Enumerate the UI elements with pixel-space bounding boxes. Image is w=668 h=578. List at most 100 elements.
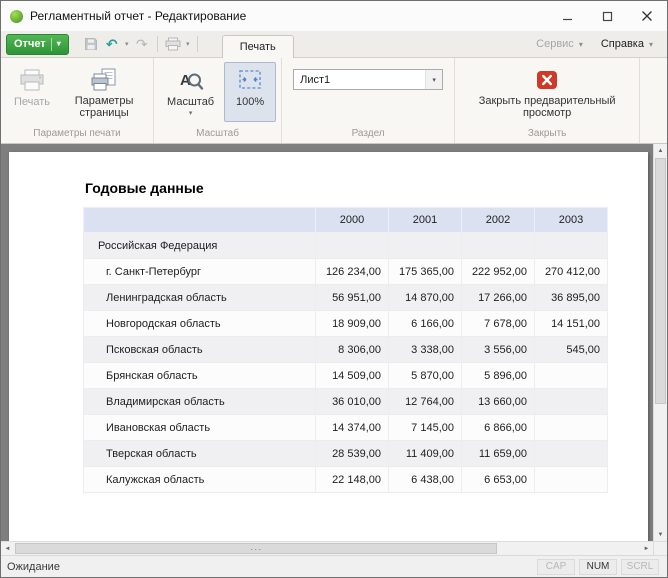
close-preview-button[interactable]: Закрыть предварительный просмотр: [460, 62, 634, 122]
row-value: 222 952,00: [462, 259, 535, 285]
report-table: 2000 2001 2002 2003 Российская Федерация: [83, 207, 608, 493]
row-label: г. Санкт-Петербург: [84, 259, 316, 285]
row-value: 6 866,00: [462, 415, 535, 441]
quick-print-button[interactable]: [163, 34, 183, 54]
row-label: Псковская область: [84, 337, 316, 363]
table-header-year: 2001: [389, 208, 462, 233]
table-row: г. Санкт-Петербург 126 234,00 175 365,00…: [84, 259, 608, 285]
row-value: 36 895,00: [535, 285, 608, 311]
scale-button-label: Масштаб: [167, 96, 214, 108]
save-button[interactable]: [81, 34, 101, 54]
horizontal-scrollbar[interactable]: ◄ ··· ►: [1, 541, 653, 555]
chevron-down-icon: ▾: [57, 40, 61, 48]
zoom-100-button[interactable]: 100%: [224, 62, 276, 122]
toolbar-separator: [157, 36, 158, 52]
row-value: 6 653,00: [462, 467, 535, 493]
table-row: Тверская область 28 539,00 11 409,00 11 …: [84, 441, 608, 467]
close-button[interactable]: [627, 1, 667, 31]
print-button-label: Печать: [14, 96, 50, 108]
ribbon-group-label: Закрыть: [455, 126, 639, 143]
report-title: Годовые данные: [85, 180, 204, 196]
help-menu-label: Справка: [601, 38, 644, 50]
minimize-icon: [562, 11, 573, 22]
undo-button[interactable]: ↶: [102, 34, 122, 54]
caps-lock-indicator: CAP: [537, 559, 575, 575]
main-toolbar: Отчет ▾ ↶ ▾ ↷ ▾ Печать Сервис ▾: [1, 31, 667, 58]
table-row: Новгородская область 18 909,00 6 166,00 …: [84, 311, 608, 337]
row-value: [535, 363, 608, 389]
chevron-down-icon: ▾: [649, 40, 653, 49]
toolbar-separator: [197, 36, 198, 52]
page-setup-button[interactable]: Параметры страницы: [60, 62, 148, 122]
row-label: Новгородская область: [84, 311, 316, 337]
minimize-button[interactable]: [547, 1, 587, 31]
row-value: 17 266,00: [462, 285, 535, 311]
help-menu[interactable]: Справка ▾: [592, 38, 662, 50]
scroll-up-icon[interactable]: ▲: [654, 144, 667, 157]
ribbon-group-scale: A Масштаб ▾ 100% Масштаб: [154, 58, 282, 143]
quick-access-icons: ↶ ▾ ↷ ▾: [81, 34, 202, 54]
scroll-right-icon[interactable]: ►: [640, 542, 653, 555]
table-header-row: 2000 2001 2002 2003: [84, 208, 608, 233]
vertical-scrollbar[interactable]: ▲ ▼: [653, 144, 667, 541]
preview-page: Годовые данные 2000 2001 2002 2003: [9, 152, 648, 541]
row-value: 3 556,00: [462, 337, 535, 363]
row-label: Российская Федерация: [84, 233, 316, 259]
row-value: 22 148,00: [316, 467, 389, 493]
row-value: 14 870,00: [389, 285, 462, 311]
sheet-select[interactable]: Лист1 ▾: [293, 69, 443, 90]
row-value: 6 166,00: [389, 311, 462, 337]
row-value: [535, 441, 608, 467]
zoom-selection-icon: [237, 67, 263, 93]
row-value: 18 909,00: [316, 311, 389, 337]
row-value: [535, 389, 608, 415]
print-button[interactable]: Печать: [6, 62, 58, 122]
print-dropdown-icon[interactable]: ▾: [184, 40, 192, 48]
scrollbar-corner: [653, 541, 667, 555]
row-value: 28 539,00: [316, 441, 389, 467]
table-row: Владимирская область 36 010,00 12 764,00…: [84, 389, 608, 415]
close-preview-label: Закрыть предварительный просмотр: [468, 95, 626, 119]
row-value: 175 365,00: [389, 259, 462, 285]
status-message: Ожидание: [7, 561, 60, 573]
ribbon-group-close: Закрыть предварительный просмотр Закрыть: [455, 58, 640, 143]
report-menu-button[interactable]: Отчет ▾: [6, 34, 69, 55]
close-preview-icon: [536, 67, 558, 92]
printer-icon: [165, 37, 181, 51]
undo-dropdown-icon[interactable]: ▾: [123, 40, 131, 48]
table-row: Ленинградская область 56 951,00 14 870,0…: [84, 285, 608, 311]
scroll-down-icon[interactable]: ▼: [654, 528, 667, 541]
vertical-scrollbar-thumb[interactable]: [655, 158, 666, 404]
chevron-down-icon[interactable]: ▾: [425, 70, 442, 89]
table-header-year: 2000: [316, 208, 389, 233]
tab-print[interactable]: Печать: [222, 35, 294, 58]
row-value: 56 951,00: [316, 285, 389, 311]
scroll-left-icon[interactable]: ◄: [1, 542, 14, 555]
scale-menu-button[interactable]: A Масштаб ▾: [159, 62, 222, 122]
report-button-divider: [51, 38, 52, 51]
row-label: Тверская область: [84, 441, 316, 467]
row-label: Ленинградская область: [84, 285, 316, 311]
row-value: 11 409,00: [389, 441, 462, 467]
app-icon: [10, 10, 23, 23]
status-bar: Ожидание CAP NUM SCRL: [1, 555, 667, 577]
row-value: [535, 467, 608, 493]
ribbon-group-label: Масштаб: [154, 126, 281, 143]
row-value: [389, 233, 462, 259]
service-menu[interactable]: Сервис ▾: [527, 38, 592, 50]
report-menu-label: Отчет: [14, 38, 46, 50]
ribbon: Печать Параметры страницы Параметры печа…: [1, 58, 667, 144]
maximize-button[interactable]: [587, 1, 627, 31]
ribbon-group-label: Параметры печати: [1, 126, 153, 143]
row-value: [316, 233, 389, 259]
redo-button[interactable]: ↷: [132, 34, 152, 54]
window-controls: [547, 1, 667, 31]
page-setup-icon: [91, 67, 117, 92]
row-label: Брянская область: [84, 363, 316, 389]
horizontal-scrollbar-thumb[interactable]: ···: [15, 543, 497, 554]
row-value: 6 438,00: [389, 467, 462, 493]
table-header-year: 2003: [535, 208, 608, 233]
row-value: [535, 415, 608, 441]
print-preview-area: Годовые данные 2000 2001 2002 2003: [1, 144, 667, 555]
printer-icon: [19, 67, 45, 93]
